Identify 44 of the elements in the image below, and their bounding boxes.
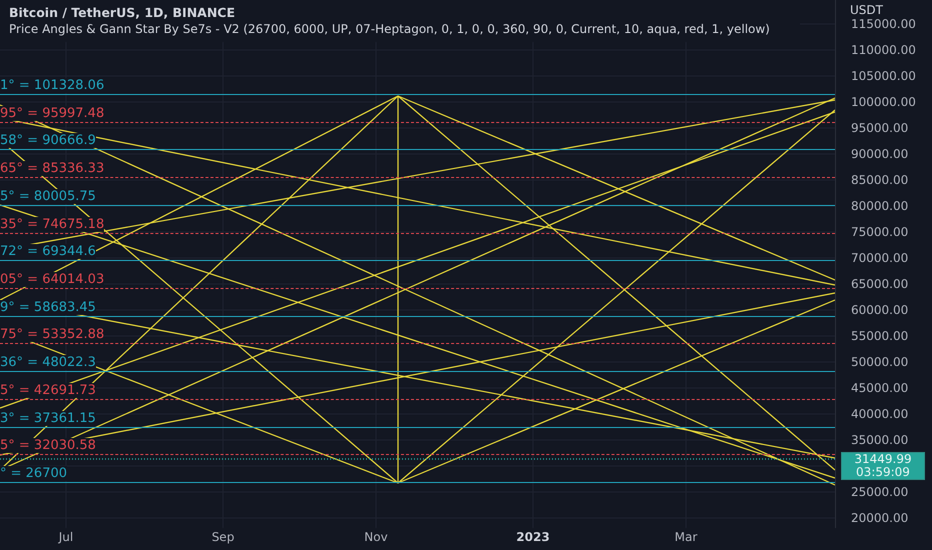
time-tick: Nov bbox=[364, 530, 388, 544]
time-tick: 2023 bbox=[516, 530, 550, 544]
price-tick: 85000.00 bbox=[851, 173, 908, 187]
last-price: 31449.99 bbox=[854, 453, 912, 466]
price-tick: 115000.00 bbox=[851, 17, 916, 31]
level-label: ° = 26700 bbox=[0, 466, 68, 482]
level-label: 36° = 48022.3 bbox=[0, 355, 96, 370]
level-label: 5° = 42691.73 bbox=[0, 382, 96, 398]
currency-label: USDT bbox=[850, 3, 883, 17]
price-tick: 40000.00 bbox=[851, 407, 908, 421]
price-tick: 95000.00 bbox=[851, 121, 908, 135]
price-tick: 20000.00 bbox=[851, 511, 908, 525]
price-tick: 35000.00 bbox=[851, 433, 908, 447]
price-tick: 70000.00 bbox=[851, 251, 908, 265]
price-tick: 45000.00 bbox=[851, 381, 908, 395]
price-tick: 100000.00 bbox=[851, 95, 916, 109]
level-label: 5° = 80005.75 bbox=[0, 188, 96, 204]
price-tick: 50000.00 bbox=[851, 355, 908, 369]
level-label: 1° = 101328.06 bbox=[0, 78, 104, 94]
price-tick: 110000.00 bbox=[851, 43, 916, 57]
price-tick: 60000.00 bbox=[851, 303, 908, 317]
price-tick: 55000.00 bbox=[851, 329, 908, 343]
countdown: 03:59:09 bbox=[856, 466, 910, 479]
price-tick: 25000.00 bbox=[851, 485, 908, 499]
level-label: 65° = 85336.33 bbox=[0, 161, 104, 176]
level-label: 58° = 90666.9 bbox=[0, 133, 96, 148]
indicator-title: Price Angles & Gann Star By Se7s - V2 (26700, 6000, UP, 07-Heptagon, 0, 1, 0, 0, 360, 90, 0, Current, 10, aqua, red, 1, yellow) bbox=[9, 21, 770, 38]
level-label: 95° = 95997.48 bbox=[0, 106, 104, 121]
level-label: 72° = 69344.6 bbox=[0, 244, 96, 260]
price-tick: 90000.00 bbox=[851, 147, 908, 161]
level-label: 5° = 32030.58 bbox=[0, 438, 96, 454]
level-label: 35° = 74675.18 bbox=[0, 216, 104, 232]
time-tick: Jul bbox=[58, 530, 74, 544]
level-label: 75° = 53352.88 bbox=[0, 327, 104, 342]
symbol-title: Bitcoin / TetherUS, 1D, BINANCE bbox=[9, 4, 236, 21]
time-tick: Mar bbox=[674, 530, 698, 544]
level-label: 9° = 58683.45 bbox=[0, 300, 96, 315]
level-label: 3° = 37361.15 bbox=[0, 410, 96, 426]
time-tick: Sep bbox=[212, 530, 234, 544]
price-tick: 75000.00 bbox=[851, 225, 908, 239]
price-tick: 80000.00 bbox=[851, 199, 908, 213]
price-tick: 65000.00 bbox=[851, 277, 908, 291]
price-tick: 105000.00 bbox=[851, 69, 916, 83]
level-label: 05° = 64014.03 bbox=[0, 272, 104, 288]
